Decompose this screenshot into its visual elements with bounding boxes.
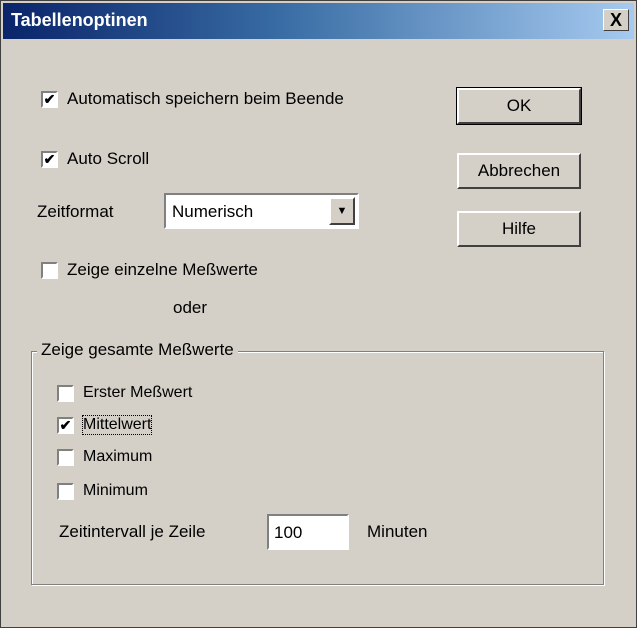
autoscroll-label: Auto Scroll [67, 149, 150, 168]
minimum-checkbox-row[interactable]: Minimum [57, 482, 148, 500]
average-label: Mittelwert [81, 415, 153, 435]
minimum-checkbox[interactable] [57, 482, 74, 500]
autosave-checkbox-row[interactable]: ✔ Automatisch speichern beim Beende [41, 89, 344, 109]
table-options-dialog: Tabellenoptinen X ✔ Automatisch speicher… [0, 0, 637, 628]
average-checkbox[interactable]: ✔ [57, 416, 74, 434]
interval-label: Zeitintervall je Zeile [59, 522, 206, 541]
ok-button[interactable]: OK [456, 87, 582, 125]
check-icon: ✔ [59, 417, 72, 433]
window-title: Tabellenoptinen [11, 10, 148, 30]
autosave-label: Automatisch speichern beim Beende [67, 89, 344, 108]
close-button[interactable]: X [603, 9, 629, 31]
single-values-checkbox[interactable] [41, 261, 58, 279]
time-format-value: Numerisch [172, 202, 254, 221]
check-icon: ✔ [43, 91, 56, 107]
interval-input[interactable]: 100 [267, 514, 349, 550]
maximum-checkbox-row[interactable]: Maximum [57, 448, 152, 466]
or-text: oder [173, 298, 208, 317]
maximum-checkbox[interactable] [57, 448, 74, 466]
autosave-checkbox[interactable]: ✔ [41, 90, 58, 108]
autoscroll-checkbox-row[interactable]: ✔ Auto Scroll [41, 149, 149, 169]
dropdown-arrow-button[interactable]: ▼ [329, 197, 355, 225]
single-values-checkbox-row[interactable]: Zeige einzelne Meßwerte [41, 260, 258, 280]
average-checkbox-row[interactable]: ✔ Mittelwert [57, 415, 153, 435]
chevron-down-icon: ▼ [336, 205, 348, 217]
time-format-label: Zeitformat [37, 202, 114, 221]
single-values-label: Zeige einzelne Meßwerte [67, 260, 258, 279]
interval-unit-label: Minuten [367, 522, 428, 541]
first-value-checkbox[interactable] [57, 384, 74, 402]
cancel-button[interactable]: Abbrechen [457, 153, 581, 189]
title-bar[interactable]: Tabellenoptinen X [3, 3, 634, 39]
minimum-label: Minimum [83, 482, 148, 499]
first-value-checkbox-row[interactable]: Erster Meßwert [57, 384, 192, 402]
autoscroll-checkbox[interactable]: ✔ [41, 150, 58, 168]
close-icon: X [609, 10, 622, 30]
first-value-label: Erster Meßwert [83, 384, 193, 401]
check-icon: ✔ [43, 151, 56, 167]
time-format-select[interactable]: Numerisch ▼ [164, 193, 359, 229]
total-values-group-label: Zeige gesamte Meßwerte [37, 340, 238, 360]
maximum-label: Maximum [83, 448, 153, 465]
help-button[interactable]: Hilfe [457, 211, 581, 247]
